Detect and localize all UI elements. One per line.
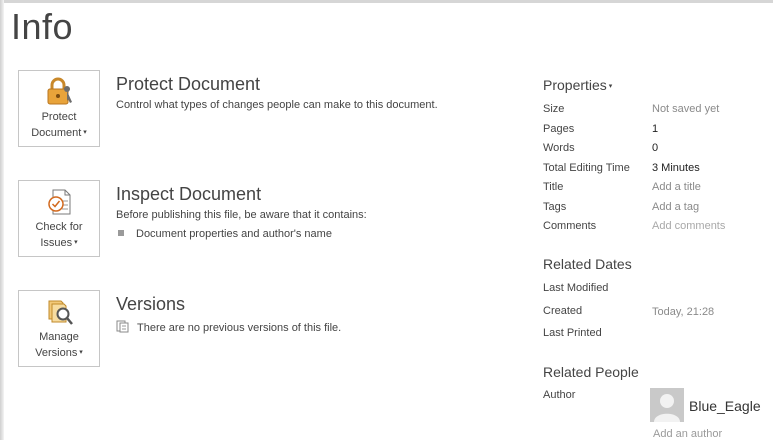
prop-value-tags-field[interactable]: Add a tag bbox=[652, 201, 699, 213]
author-name[interactable]: Blue_Eagle bbox=[689, 398, 761, 414]
person-avatar-icon bbox=[650, 388, 684, 422]
versions-title: Versions bbox=[116, 294, 186, 314]
protect-document-title: Protect Document bbox=[116, 74, 261, 94]
protect-button-label-line2: Document bbox=[31, 127, 82, 139]
check-for-issues-button[interactable]: Check for Issues ▾ bbox=[18, 180, 100, 257]
protect-document-button[interactable]: Protect Document ▾ bbox=[18, 70, 100, 147]
inspect-document-title: Inspect Document bbox=[116, 184, 262, 204]
prop-label-last-modified: Last Modified bbox=[543, 282, 609, 294]
check-button-label-line1: Check for bbox=[35, 221, 83, 233]
chevron-down-icon: ▾ bbox=[81, 129, 87, 136]
prop-value-created: Today, 21:28 bbox=[652, 306, 715, 318]
protect-document-description: Control what types of changes people can… bbox=[116, 99, 438, 111]
chevron-down-icon: ▾ bbox=[72, 239, 78, 246]
protect-button-label-line1: Protect bbox=[41, 111, 77, 123]
related-dates-heading: Related Dates bbox=[543, 256, 632, 272]
prop-label-author: Author bbox=[543, 389, 576, 401]
chevron-down-icon: ▾ bbox=[606, 83, 613, 90]
prop-label-comments: Comments bbox=[543, 220, 597, 232]
window-top-border bbox=[0, 0, 773, 3]
prop-label-created: Created bbox=[543, 305, 583, 317]
window-left-border bbox=[0, 0, 4, 440]
lock-key-icon bbox=[46, 77, 74, 107]
versions-description: There are no previous versions of this f… bbox=[137, 322, 342, 334]
document-check-icon bbox=[46, 187, 74, 217]
prop-value-title-field[interactable]: Add a title bbox=[652, 181, 701, 193]
properties-header-label: Properties bbox=[543, 77, 607, 93]
inspect-document-description: Before publishing this file, be aware th… bbox=[116, 209, 367, 221]
versions-button-label-line1: Manage bbox=[39, 331, 79, 343]
page-title: Info bbox=[11, 6, 74, 47]
inspect-bullet-text: Document properties and author's name bbox=[136, 228, 332, 240]
versions-info-row: There are no previous versions of this f… bbox=[116, 320, 341, 336]
prop-label-last-printed: Last Printed bbox=[543, 327, 602, 339]
prop-value-size: Not saved yet bbox=[652, 103, 720, 115]
prop-label-pages: Pages bbox=[543, 123, 575, 135]
manage-versions-button[interactable]: Manage Versions ▾ bbox=[18, 290, 100, 367]
check-button-label-line2: Issues bbox=[40, 237, 73, 249]
prop-label-title: Title bbox=[543, 181, 564, 193]
related-people-heading: Related People bbox=[543, 364, 639, 380]
versions-button-label-line2: Versions bbox=[35, 347, 78, 359]
prop-label-editing-time: Total Editing Time bbox=[543, 162, 630, 174]
prop-value-comments-field[interactable]: Add comments bbox=[652, 220, 725, 232]
prop-label-tags: Tags bbox=[543, 201, 567, 213]
prop-value-words: 0 bbox=[652, 142, 659, 154]
bullet-square-icon bbox=[118, 230, 124, 236]
inspect-bullet-item: Document properties and author's name bbox=[118, 228, 332, 240]
prop-label-size: Size bbox=[543, 103, 565, 115]
document-magnifier-icon bbox=[46, 297, 74, 327]
prop-value-editing-time: 3 Minutes bbox=[652, 162, 700, 174]
add-author-link[interactable]: Add an author bbox=[653, 428, 722, 440]
prop-label-words: Words bbox=[543, 142, 575, 154]
chevron-down-icon: ▾ bbox=[77, 349, 83, 356]
properties-header[interactable]: Properties ▾ bbox=[543, 77, 612, 93]
prop-value-pages: 1 bbox=[652, 123, 659, 135]
document-versions-icon bbox=[116, 320, 130, 336]
